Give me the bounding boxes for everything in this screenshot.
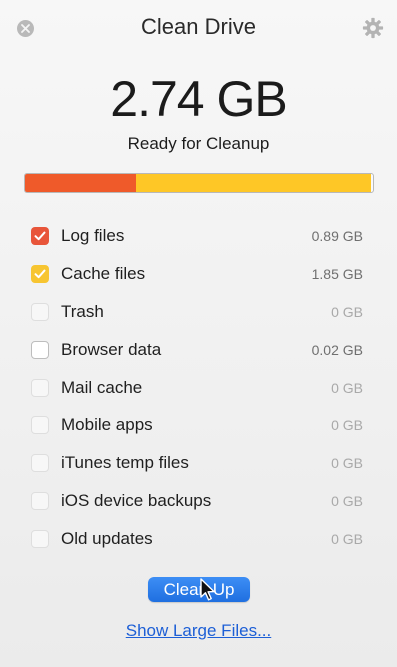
list-item-size: 0 GB xyxy=(331,417,363,434)
list-item-size: 0 GB xyxy=(331,379,363,396)
clean-drive-window: Clean Drive 2.74 GB Ready for Cleanup Lo… xyxy=(0,0,397,667)
list-item[interactable]: Cache files 1.85 GB xyxy=(30,255,364,293)
pointer-cursor-icon xyxy=(200,578,215,601)
checkmark-icon xyxy=(34,231,46,241)
list-item-label: Log files xyxy=(61,225,125,245)
checkbox[interactable] xyxy=(31,302,49,321)
checkbox[interactable] xyxy=(31,340,49,359)
list-item-label: Cache files xyxy=(61,263,146,283)
list-item-size: 1.85 GB xyxy=(311,265,363,282)
usage-bar xyxy=(24,173,374,193)
usage-bar-segment xyxy=(136,174,372,192)
usage-bar-segment xyxy=(25,174,137,192)
list-item-label: Mobile apps xyxy=(61,415,153,435)
checkbox[interactable] xyxy=(31,530,49,549)
list-item[interactable]: Browser data 0.02 GB xyxy=(30,331,364,369)
cleanup-list: Log files 0.89 GB Cache files 1.85 GB Trash 0… xyxy=(30,217,364,558)
checkbox[interactable] xyxy=(31,226,49,245)
list-item-label: Old updates xyxy=(61,529,153,549)
window-title: Clean Drive xyxy=(141,14,256,39)
list-item-size: 0.02 GB xyxy=(311,341,363,358)
list-item[interactable]: iOS device backups 0 GB xyxy=(30,482,364,520)
list-item-label: Browser data xyxy=(61,339,162,359)
list-item-size: 0.89 GB xyxy=(311,227,363,244)
list-item[interactable]: iTunes temp files 0 GB xyxy=(30,444,364,482)
list-item-size: 0 GB xyxy=(331,493,363,510)
title-bar: Clean Drive xyxy=(0,0,397,56)
list-item[interactable]: Old updates 0 GB xyxy=(30,520,364,558)
list-item-label: iTunes temp files xyxy=(61,453,189,473)
list-item-label: iOS device backups xyxy=(61,491,212,511)
list-item[interactable]: Trash 0 GB xyxy=(30,293,364,331)
status-text: Ready for Cleanup xyxy=(127,134,270,153)
total-size: 2.74 GB xyxy=(110,71,287,127)
list-item-label: Mail cache xyxy=(61,377,143,397)
checkbox[interactable] xyxy=(31,492,49,511)
list-item[interactable]: Mail cache 0 GB xyxy=(30,369,364,407)
checkbox[interactable] xyxy=(31,378,49,397)
checkbox[interactable] xyxy=(31,454,49,473)
clean-up-button[interactable]: Clean Up xyxy=(148,577,250,602)
gear-icon[interactable] xyxy=(362,17,384,39)
list-item-size: 0 GB xyxy=(331,455,363,472)
list-item-size: 0 GB xyxy=(331,303,363,320)
list-item[interactable]: Mobile apps 0 GB xyxy=(30,406,364,444)
list-item-size: 0 GB xyxy=(331,531,363,548)
checkbox[interactable] xyxy=(31,416,49,435)
show-large-files-link[interactable]: Show Large Files... xyxy=(0,621,397,641)
list-item[interactable]: Log files 0.89 GB xyxy=(30,217,364,255)
checkbox[interactable] xyxy=(31,264,49,283)
list-item-label: Trash xyxy=(61,301,104,321)
checkmark-icon xyxy=(34,269,46,279)
